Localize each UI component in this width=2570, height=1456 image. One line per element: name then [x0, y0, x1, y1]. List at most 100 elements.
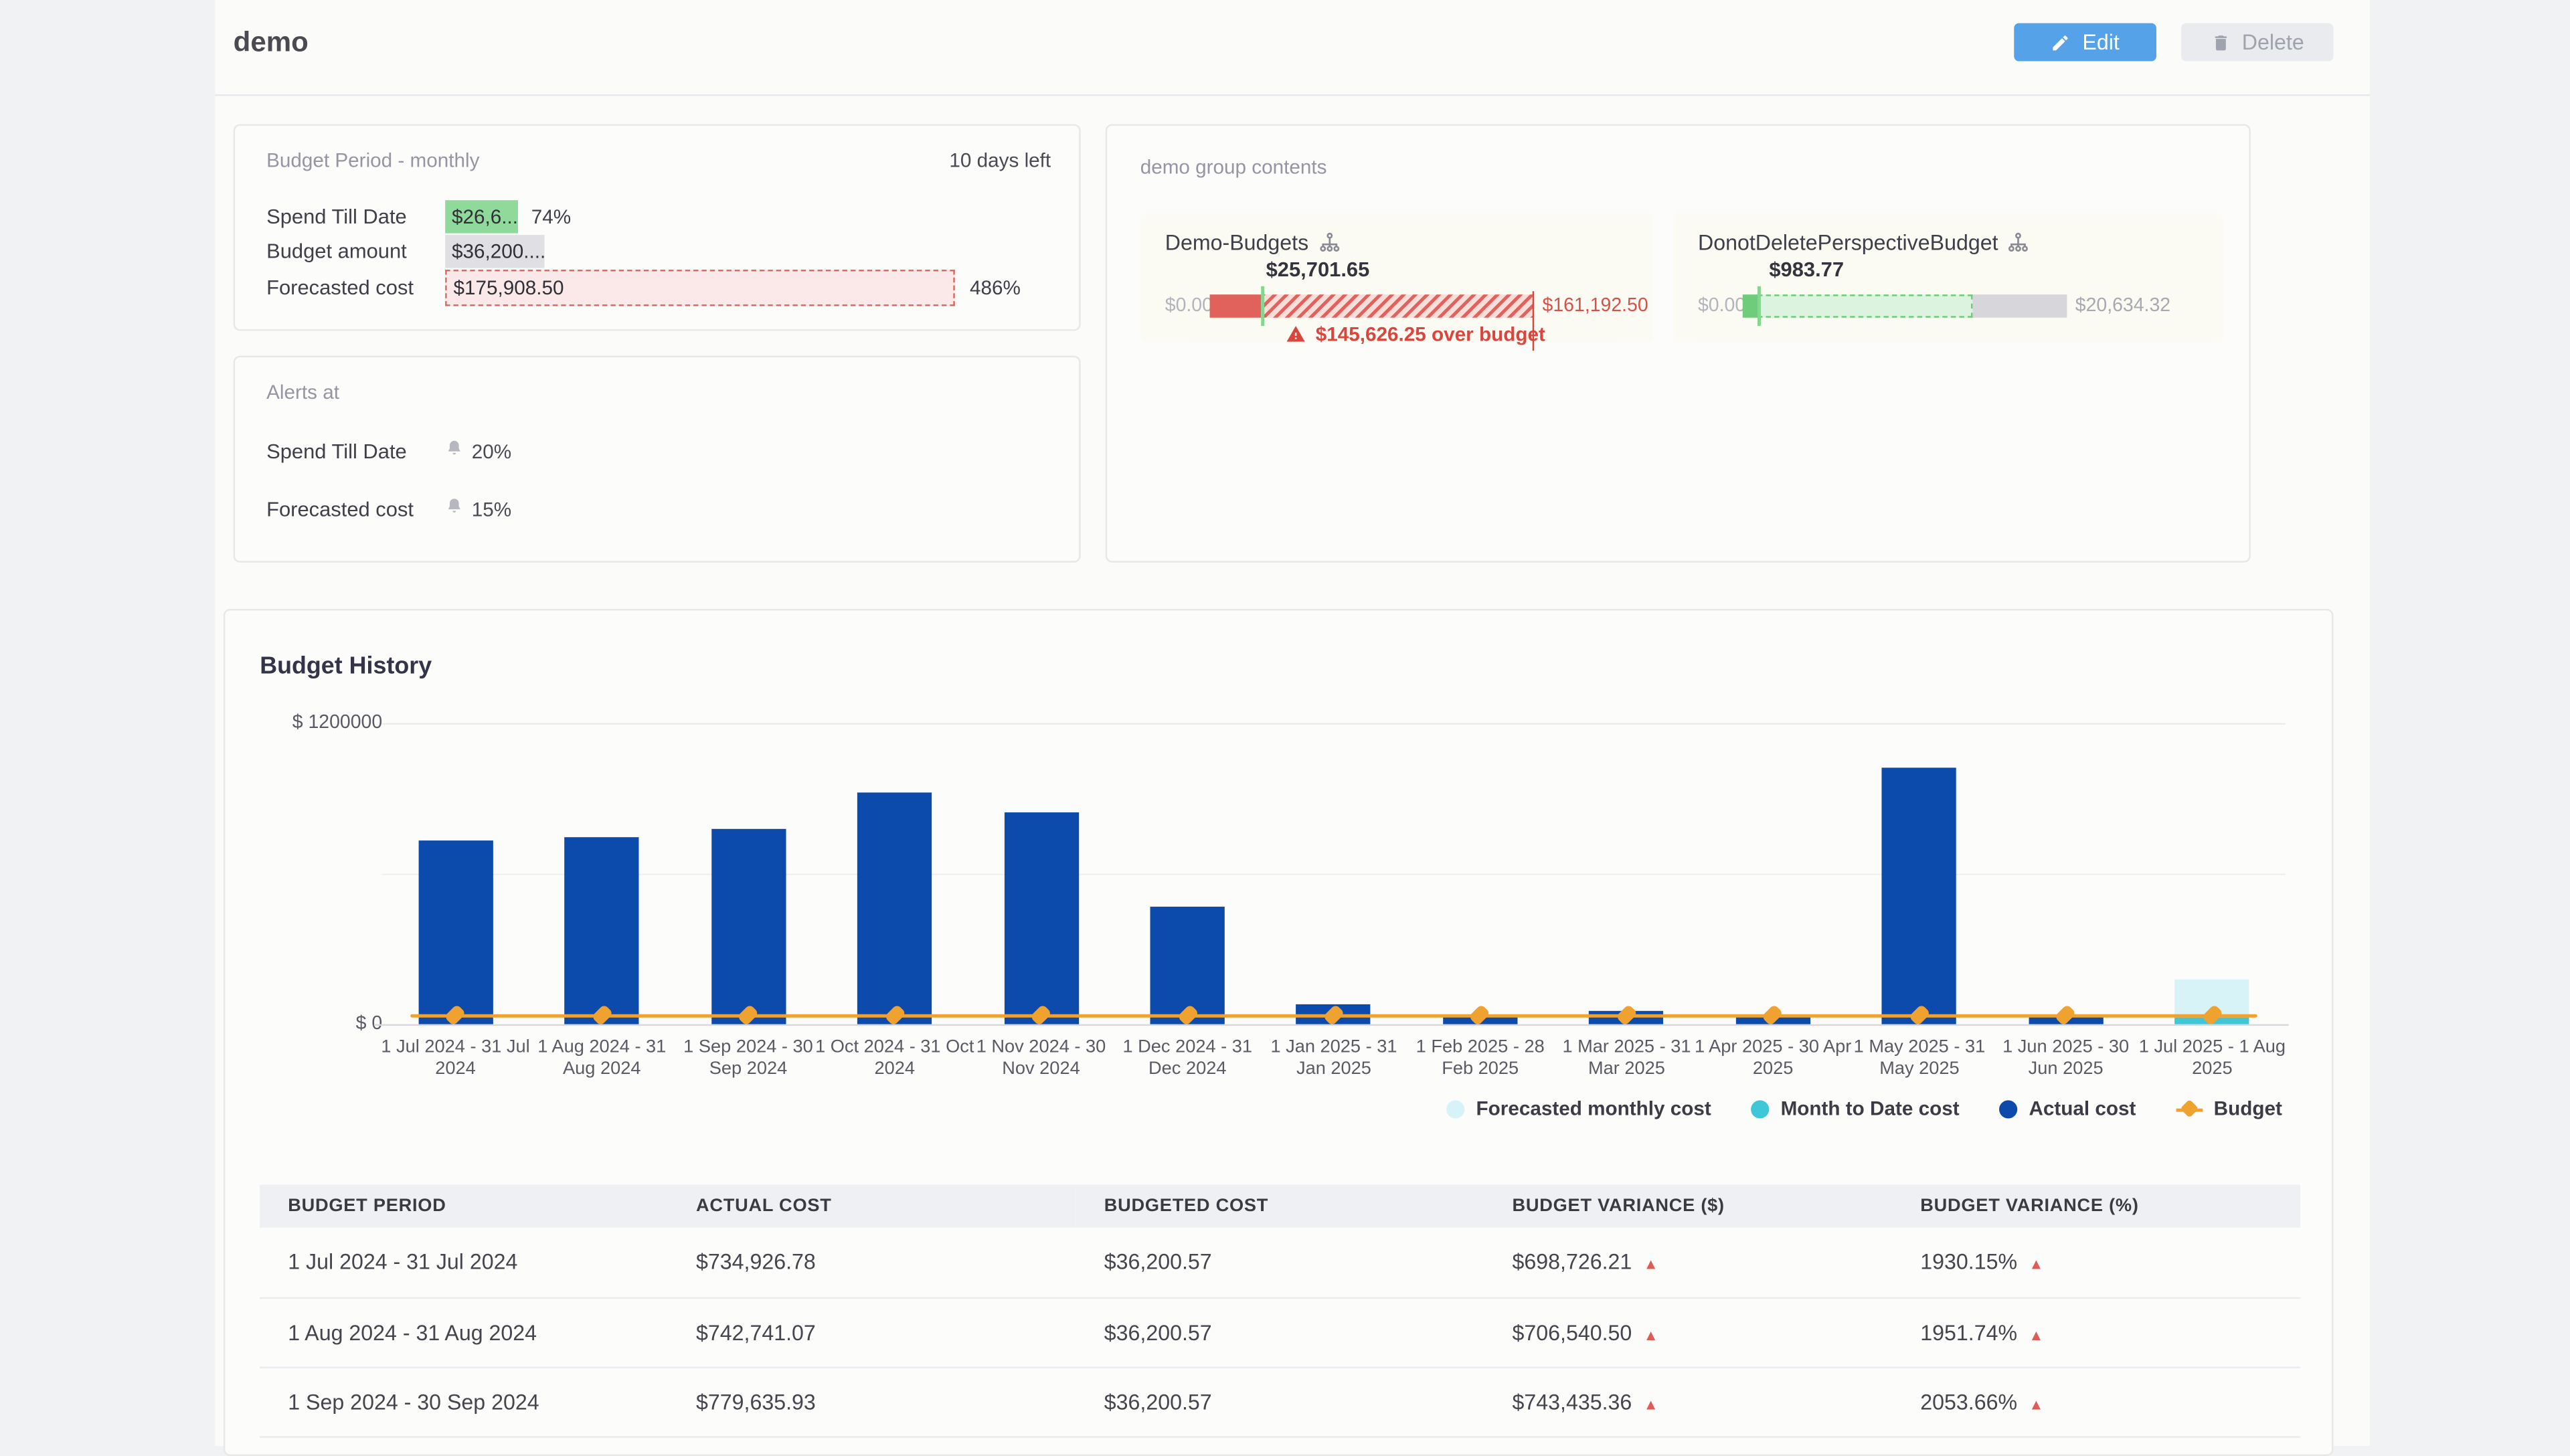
table-cell: 2053.66%▲	[1892, 1366, 2300, 1436]
table-cell: $36,200.57	[1076, 1297, 1484, 1367]
legend-item-month-to-date-cost[interactable]: Month to Date cost	[1751, 1097, 1960, 1120]
budget-item-donotdelete[interactable]: DonotDeletePerspectiveBudget $983.77 $0.…	[1673, 213, 2223, 343]
legend-item-actual-cost[interactable]: Actual cost	[1999, 1097, 2136, 1120]
demo-budgets-spend-marker	[1262, 286, 1265, 326]
donotdelete-max: $20,634.32	[2075, 296, 2170, 316]
chart-bar-group[interactable]	[821, 723, 968, 1024]
header-divider	[215, 94, 2369, 96]
table-column-header: ACTUAL COST	[668, 1184, 1076, 1227]
trend-up-icon: ▲	[1644, 1256, 1658, 1273]
demo-budgets-name: Demo-Budgets	[1165, 230, 1340, 255]
chart-bar-group[interactable]	[968, 723, 1114, 1024]
legend-item-budget[interactable]: Budget	[2176, 1097, 2282, 1120]
trash-icon	[2211, 32, 2231, 52]
table-cell: 1 Aug 2024 - 31 Aug 2024	[260, 1297, 668, 1367]
legend-dot	[1751, 1099, 1769, 1117]
x-axis-label: 1 Jul 2024 - 31 Jul 2024	[376, 1037, 535, 1081]
x-axis-label: 1 Jun 2025 - 30 Jun 2025	[1986, 1037, 2145, 1081]
chart-bar-group[interactable]	[1700, 723, 1847, 1024]
delete-button[interactable]: Delete	[2181, 23, 2333, 62]
demo-budgets-min: $0.00	[1165, 296, 1213, 316]
alert-spend-value: 20%	[472, 440, 511, 464]
pencil-icon	[2051, 32, 2071, 52]
legend-label: Month to Date cost	[1781, 1097, 1960, 1120]
y-axis-tick-max: $ 1200000	[258, 713, 382, 733]
bar-actual-cost[interactable]	[1882, 767, 1956, 1024]
forecasted-cost-label: Forecasted cost	[266, 276, 414, 300]
budget-item-demo-budgets[interactable]: Demo-Budgets $25,701.65 $0.00 $161,192.5…	[1140, 213, 1654, 343]
table-cell: $36,200.57	[1076, 1366, 1484, 1436]
delete-button-label: Delete	[2242, 30, 2304, 55]
table-cell: 1 Sep 2024 - 30 Sep 2024	[260, 1366, 668, 1436]
spend-till-date-chip: $26,6...	[445, 200, 518, 233]
bar-actual-cost[interactable]	[711, 828, 785, 1024]
warning-icon	[1286, 325, 1306, 345]
chart-bar-group[interactable]	[1261, 723, 1407, 1024]
main-content: demo Edit Delete Budget Period - monthly…	[215, 0, 2369, 1446]
trend-up-icon: ▲	[1644, 1326, 1658, 1343]
legend-dot	[1999, 1099, 2017, 1117]
budget-amount-chip: $36,200....	[445, 235, 544, 268]
trend-up-icon: ▲	[2029, 1396, 2043, 1413]
x-axis-label: 1 Oct 2024 - 31 Oct 2024	[815, 1037, 974, 1081]
alerts-card: Alerts at Spend Till Date 20% Forecasted…	[234, 356, 1081, 563]
table-row: 1 Sep 2024 - 30 Sep 2024$779,635.93$36,2…	[260, 1366, 2300, 1436]
chart-bar-group[interactable]	[382, 723, 529, 1024]
donotdelete-name: DonotDeletePerspectiveBudget	[1698, 230, 2030, 255]
table-cell: $734,926.78	[668, 1228, 1076, 1297]
chart-bar-group[interactable]	[2139, 723, 2286, 1024]
donotdelete-progress-bar	[1743, 294, 2067, 318]
hierarchy-icon	[2008, 232, 2029, 253]
table-cell: $743,435.36▲	[1484, 1366, 1892, 1436]
bar-actual-cost[interactable]	[418, 840, 493, 1024]
legend-item-forecasted-monthly-cost[interactable]: Forecasted monthly cost	[1446, 1097, 1711, 1120]
group-contents-title: demo group contents	[1140, 155, 1327, 179]
edit-button[interactable]: Edit	[2014, 23, 2156, 62]
legend-dot	[1446, 1099, 1464, 1117]
demo-budgets-progress-bar	[1210, 294, 1535, 318]
chart-bar-group[interactable]	[1553, 723, 1700, 1024]
demo-budgets-spend-value: $25,701.65	[1266, 258, 1370, 282]
budget-amount-label: Budget amount	[266, 240, 407, 264]
table-column-header: BUDGET VARIANCE ($)	[1484, 1184, 1892, 1227]
bell-icon	[445, 496, 463, 517]
budget-history-title: Budget History	[260, 654, 432, 680]
chart-legend: Forecasted monthly cost Month to Date cos…	[1446, 1097, 2282, 1120]
page-title: demo	[234, 27, 309, 60]
trend-up-icon: ▲	[1644, 1396, 1658, 1413]
demo-budgets-label: Demo-Budgets	[1165, 230, 1308, 255]
x-axis-label: 1 Aug 2024 - 31 Aug 2024	[523, 1037, 681, 1081]
alert-forecast-label: Forecasted cost	[266, 498, 414, 521]
budget-legend-marker	[2176, 1099, 2203, 1117]
bar-actual-cost[interactable]	[1004, 812, 1078, 1024]
trend-up-icon: ▲	[2029, 1326, 2043, 1343]
forecasted-cost-pct: 486%	[970, 276, 1021, 300]
budget-history-chart	[382, 723, 2286, 1024]
trend-up-icon: ▲	[2029, 1256, 2043, 1273]
forecasted-cost-chip: $175,908.50	[445, 270, 955, 306]
donotdelete-spend-value: $983.77	[1769, 258, 1844, 282]
table-cell: $36,200.57	[1076, 1228, 1484, 1297]
chart-bar-group[interactable]	[529, 723, 675, 1024]
edit-button-label: Edit	[2082, 30, 2119, 55]
chart-bar-group[interactable]	[1847, 723, 1993, 1024]
table-cell: $706,540.50▲	[1484, 1297, 1892, 1367]
table-cell: $779,635.93	[668, 1366, 1076, 1436]
table-column-header: BUDGET VARIANCE (%)	[1892, 1184, 2300, 1227]
y-axis-tick-zero: $ 0	[258, 1014, 382, 1034]
bar-actual-cost[interactable]	[565, 838, 639, 1024]
bar-actual-cost[interactable]	[857, 794, 932, 1024]
chart-bar-group[interactable]	[1992, 723, 2139, 1024]
donotdelete-spend-marker	[1758, 286, 1761, 326]
table-row: 1 Jul 2024 - 31 Jul 2024$734,926.78$36,2…	[260, 1228, 2300, 1297]
spend-till-date-label: Spend Till Date	[266, 205, 407, 229]
chart-bar-group[interactable]	[1407, 723, 1553, 1024]
table-column-header: BUDGETED COST	[1076, 1184, 1484, 1227]
chart-bar-group[interactable]	[675, 723, 822, 1024]
table-column-header: BUDGET PERIOD	[260, 1184, 668, 1227]
over-budget-label: $145,626.25 over budget	[1316, 323, 1545, 346]
x-axis-label: 1 Nov 2024 - 30 Nov 2024	[962, 1037, 1120, 1081]
x-axis-label: 1 May 2025 - 31 May 2025	[1840, 1037, 1998, 1081]
alert-spend-label: Spend Till Date	[266, 440, 407, 464]
chart-bar-group[interactable]	[1114, 723, 1261, 1024]
